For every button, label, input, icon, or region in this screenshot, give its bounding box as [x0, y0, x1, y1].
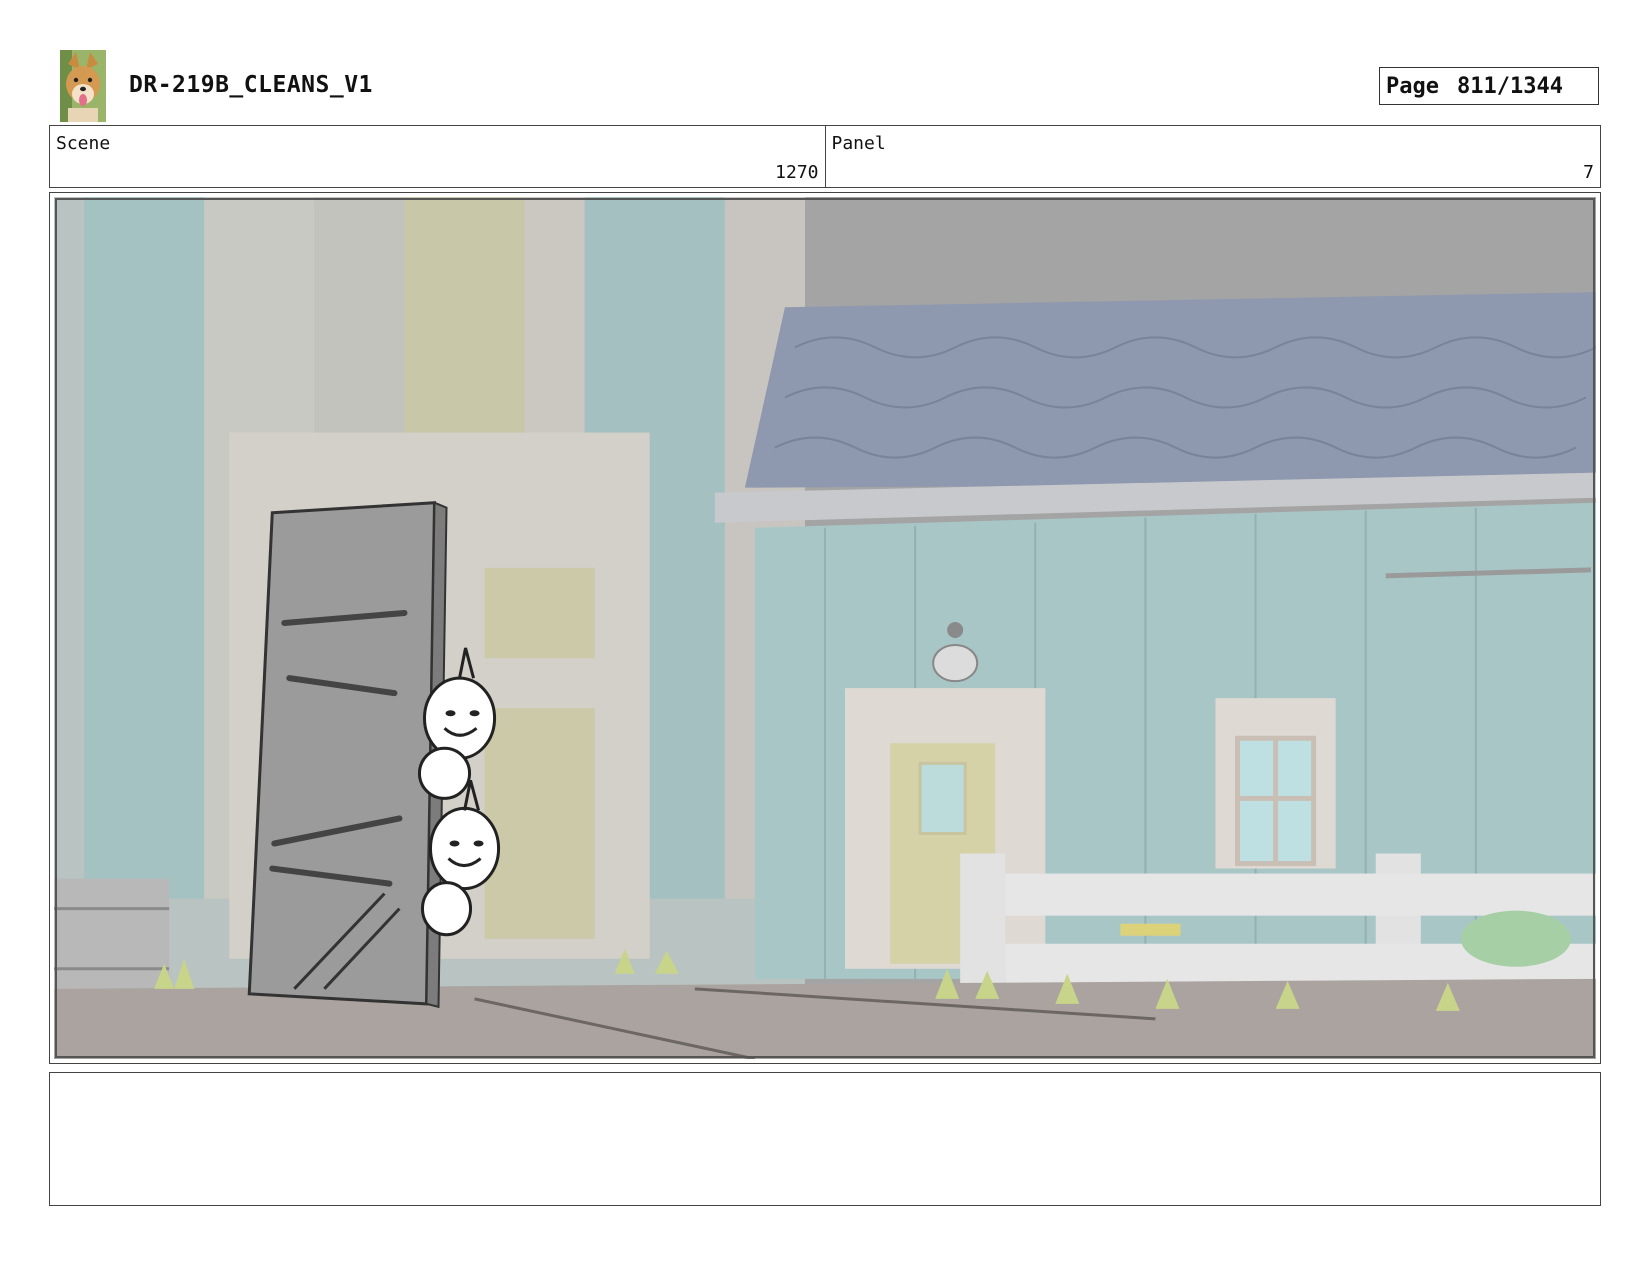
- storyboard-panel-image: [54, 197, 1596, 1059]
- scene-label: Scene: [56, 133, 111, 154]
- page-label: Page: [1386, 73, 1439, 99]
- storyboard-panel-frame: [49, 192, 1601, 1064]
- scene-cell: Scene 1270: [50, 126, 825, 187]
- panel-number: 7: [1583, 162, 1594, 183]
- document-title: DR-219B_CLEANS_V1: [129, 72, 373, 98]
- page-number: 811/1344: [1456, 73, 1563, 99]
- panel-label: Panel: [831, 133, 886, 154]
- scene-number: 1270: [775, 162, 819, 183]
- studio-logo-dog-image: [60, 50, 106, 122]
- scene-panel-info: Scene 1270 Panel 7: [49, 125, 1601, 188]
- page-indicator: Page 811/1344: [1379, 67, 1599, 105]
- panel-notes-box: [49, 1072, 1601, 1206]
- panel-cell: Panel 7: [824, 126, 1601, 187]
